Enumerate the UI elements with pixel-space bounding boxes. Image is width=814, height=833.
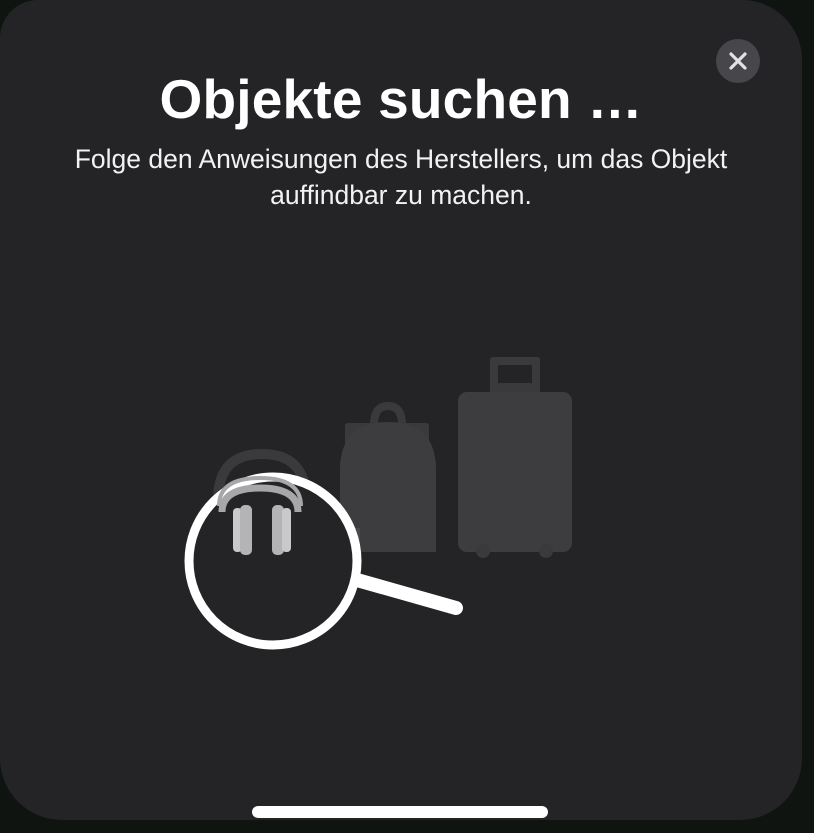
suitcase-icon	[458, 357, 572, 558]
home-indicator[interactable]	[252, 806, 548, 818]
find-items-illustration	[184, 357, 572, 650]
find-items-sheet: Objekte suchen … Folge den Anweisungen d…	[0, 0, 802, 820]
